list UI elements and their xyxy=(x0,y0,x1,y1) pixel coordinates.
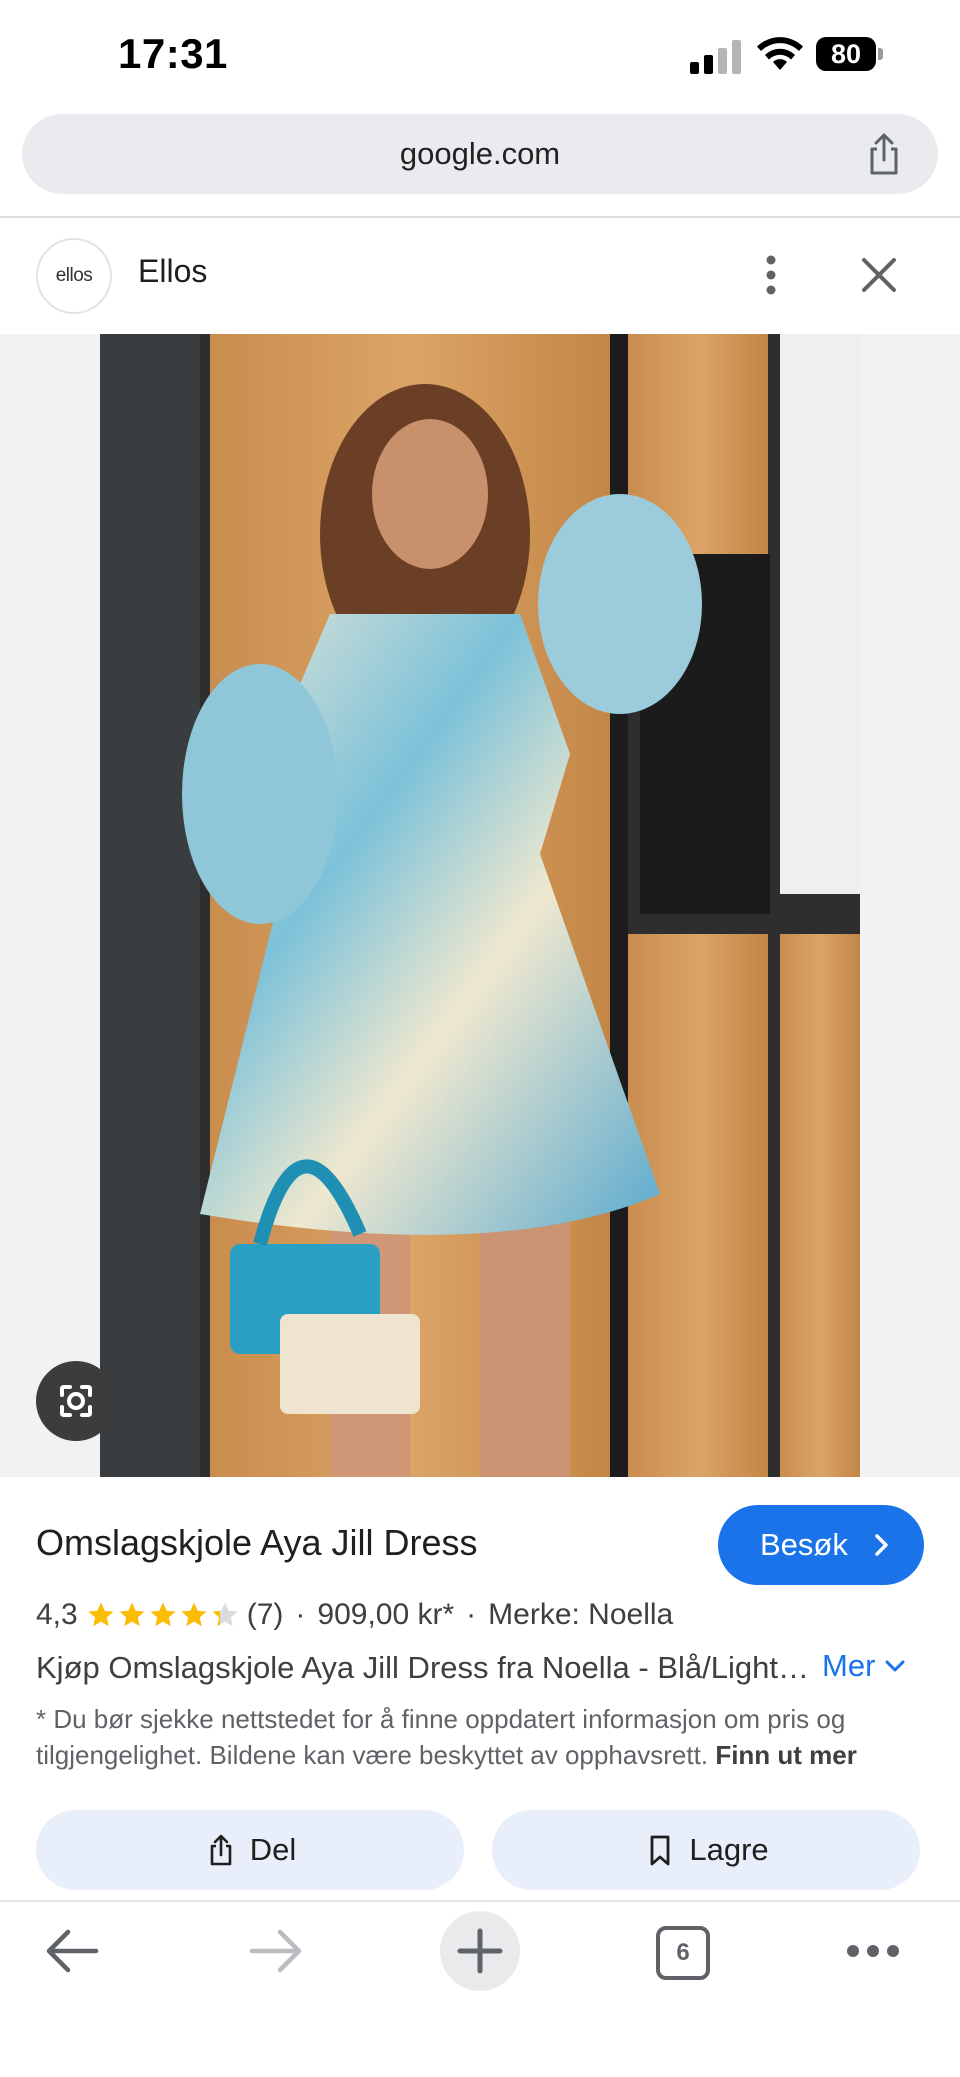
more-link[interactable]: Mer xyxy=(822,1648,907,1684)
rating-stars xyxy=(86,1600,241,1630)
site-name: Ellos xyxy=(138,253,208,289)
review-count: (7) xyxy=(246,1598,284,1631)
more-horiz-icon[interactable] xyxy=(846,1940,900,1962)
cellular-signal-icon xyxy=(690,40,741,74)
separator: · xyxy=(295,1598,306,1631)
save-button[interactable]: Lagre xyxy=(492,1810,920,1890)
star-icon xyxy=(88,1602,114,1627)
star-empty-icon xyxy=(212,1602,238,1627)
divider xyxy=(0,1900,960,1902)
more-label: Mer xyxy=(822,1648,876,1683)
rating-value: 4,3 xyxy=(36,1598,78,1631)
plus-icon xyxy=(457,1928,503,1974)
forward-arrow-icon[interactable] xyxy=(248,1926,304,1976)
chevron-down-icon xyxy=(885,1660,905,1672)
site-logo-text: ellos xyxy=(55,265,93,286)
visit-button[interactable]: Besøk xyxy=(718,1505,924,1585)
product-description: Kjøp Omslagskjole Aya Jill Dress fra Noe… xyxy=(36,1650,816,1685)
save-label: Lagre xyxy=(689,1832,769,1867)
new-tab-button[interactable] xyxy=(440,1911,520,1991)
battery-nub xyxy=(878,48,883,60)
site-logo: ellos xyxy=(36,238,112,314)
share-button[interactable]: Del xyxy=(36,1810,464,1890)
more-vert-icon[interactable] xyxy=(754,252,788,298)
url-text[interactable]: google.com xyxy=(22,114,938,194)
back-arrow-icon[interactable] xyxy=(44,1926,100,1976)
brand: Merke: Noella xyxy=(488,1598,674,1631)
star-icon xyxy=(119,1602,145,1627)
wifi-icon xyxy=(757,37,803,70)
star-icon xyxy=(150,1602,176,1627)
share-icon[interactable] xyxy=(860,130,908,178)
lens-icon xyxy=(60,1385,92,1417)
product-image[interactable] xyxy=(100,334,860,1477)
price: 909,00 kr* xyxy=(317,1598,455,1631)
star-icon xyxy=(181,1602,207,1627)
rating-row: 4,3 (7) · 909,00 kr* · Merke: Noella xyxy=(36,1598,673,1632)
chevron-right-icon xyxy=(875,1534,888,1556)
battery-indicator: 80 xyxy=(816,37,886,73)
disclaimer-note: * Du bør sjekke nettstedet for å finne o… xyxy=(36,1701,916,1773)
visit-label: Besøk xyxy=(760,1527,848,1562)
share-label: Del xyxy=(249,1832,297,1867)
status-time: 17:31 xyxy=(118,30,228,77)
close-icon[interactable] xyxy=(860,256,898,294)
tab-switcher-button[interactable]: 6 xyxy=(656,1926,710,1980)
bookmark-icon xyxy=(650,1835,670,1866)
battery-level: 80 xyxy=(816,37,876,71)
google-lens-button[interactable] xyxy=(36,1361,116,1441)
share-icon xyxy=(210,1834,232,1866)
product-title: Omslagskjole Aya Jill Dress xyxy=(36,1522,478,1563)
divider xyxy=(0,216,960,218)
dress-photo-illustration xyxy=(100,334,860,1477)
separator: · xyxy=(466,1598,477,1631)
learn-more-link[interactable]: Finn ut mer xyxy=(715,1740,857,1770)
address-bar[interactable]: google.com xyxy=(22,114,938,194)
